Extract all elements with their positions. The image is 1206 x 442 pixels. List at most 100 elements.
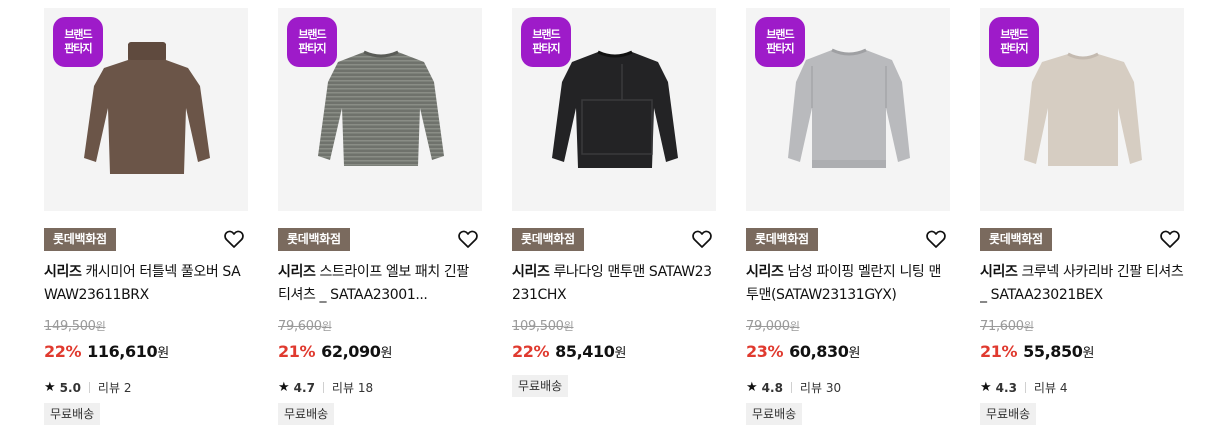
rating-score: 4.3 (995, 380, 1017, 395)
rating-score: 5.0 (59, 380, 81, 395)
sale-price-value: 85,410 (555, 342, 615, 361)
product-image[interactable]: 브랜드 판타지 (512, 8, 716, 211)
free-shipping-tag: 무료배송 (278, 403, 335, 425)
badge-line2: 판타지 (766, 42, 794, 55)
badge-line1: 브랜드 (766, 28, 794, 41)
product-card[interactable]: 브랜드 판타지 롯데백화점 시리즈 루나다잉 맨투맨 SATAW23231CHX … (512, 8, 716, 438)
brand-name: 시리즈 (278, 264, 316, 280)
heart-icon[interactable] (1158, 227, 1182, 251)
heart-icon[interactable] (456, 227, 480, 251)
badge-line1: 브랜드 (532, 28, 560, 41)
rating-row: ★ 4.7 리뷰 18 (278, 379, 373, 396)
sale-price: 21% 62,090원 (278, 342, 392, 361)
brand-fantasy-badge: 브랜드 판타지 (521, 17, 571, 67)
original-price-value: 79,000 (746, 319, 790, 334)
divider (790, 382, 792, 393)
free-shipping-tag: 무료배송 (746, 403, 803, 425)
brand-fantasy-badge: 브랜드 판타지 (989, 17, 1039, 67)
currency-unit: 원 (614, 346, 627, 361)
divider (88, 382, 90, 393)
product-title[interactable]: 시리즈 캐시미어 터틀넥 풀오버 SAWAW23611BRX (44, 261, 248, 307)
divider (322, 382, 324, 393)
discount-rate: 22% (512, 342, 550, 361)
product-image[interactable]: 브랜드 판타지 (44, 8, 248, 211)
currency-unit: 원 (95, 320, 106, 333)
heart-icon[interactable] (222, 227, 246, 251)
brand-name: 시리즈 (44, 264, 82, 280)
sale-price-value: 60,830 (789, 342, 849, 361)
store-tag: 롯데백화점 (512, 228, 584, 251)
brand-fantasy-badge: 브랜드 판타지 (755, 17, 805, 67)
product-grid: 브랜드 판타지 롯데백화점 시리즈 캐시미어 터틀넥 풀오버 SAWAW23611… (44, 8, 1184, 438)
sale-price-value: 62,090 (321, 342, 381, 361)
heart-icon[interactable] (924, 227, 948, 251)
free-shipping-tag: 무료배송 (44, 403, 101, 425)
badge-line2: 판타지 (298, 42, 326, 55)
product-image[interactable]: 브랜드 판타지 (980, 8, 1184, 211)
brand-name: 시리즈 (512, 264, 550, 280)
original-price: 109,500원 (512, 318, 574, 334)
discount-rate: 23% (746, 342, 784, 361)
currency-unit: 원 (1023, 320, 1034, 333)
currency-unit: 원 (789, 320, 800, 333)
badge-line2: 판타지 (64, 42, 92, 55)
sale-price: 22% 116,610원 (44, 342, 169, 361)
brand-name: 시리즈 (980, 264, 1018, 280)
currency-unit: 원 (157, 346, 169, 361)
rating-score: 4.7 (293, 380, 315, 395)
discount-rate: 21% (278, 342, 316, 361)
product-image[interactable]: 브랜드 판타지 (746, 8, 950, 211)
currency-unit: 원 (380, 346, 393, 361)
original-price: 149,500원 (44, 318, 106, 334)
original-price-value: 109,500 (512, 319, 564, 334)
product-title[interactable]: 시리즈 남성 파이핑 멜란지 니팅 맨투맨(SATAW23131GYX) (746, 261, 950, 307)
sale-price: 21% 55,850원 (980, 342, 1094, 361)
store-tag: 롯데백화점 (44, 228, 116, 251)
product-card[interactable]: 브랜드 판타지 롯데백화점 시리즈 캐시미어 터틀넥 풀오버 SAWAW23611… (44, 8, 248, 438)
brand-fantasy-badge: 브랜드 판타지 (53, 17, 103, 67)
discount-rate: 22% (44, 342, 82, 361)
store-tag: 롯데백화점 (746, 228, 818, 251)
badge-line1: 브랜드 (64, 28, 92, 41)
product-card[interactable]: 브랜드 판타지 롯데백화점 시리즈 크루넥 사카리바 긴팔 티셔츠 _ SATAA… (980, 8, 1184, 438)
badge-line2: 판타지 (1000, 42, 1028, 55)
sale-price-value: 116,610 (87, 342, 158, 361)
sale-price: 23% 60,830원 (746, 342, 860, 361)
badge-line2: 판타지 (532, 42, 560, 55)
currency-unit: 원 (848, 346, 861, 361)
review-count[interactable]: 리뷰 30 (800, 379, 841, 396)
product-title[interactable]: 시리즈 스트라이프 엘보 패치 긴팔 티셔츠 _ SATAA23001... (278, 261, 482, 307)
star-icon: ★ (278, 380, 290, 395)
heart-icon[interactable] (690, 227, 714, 251)
product-title[interactable]: 시리즈 크루넥 사카리바 긴팔 티셔츠 _ SATAA23021BEX (980, 261, 1184, 307)
sale-price: 22% 85,410원 (512, 342, 626, 361)
rating-score: 4.8 (761, 380, 783, 395)
review-count[interactable]: 리뷰 18 (332, 379, 373, 396)
product-title[interactable]: 시리즈 루나다잉 맨투맨 SATAW23231CHX (512, 261, 716, 307)
store-tag: 롯데백화점 (980, 228, 1052, 251)
product-card[interactable]: 브랜드 판타지 롯데백화점 시리즈 남성 파이핑 멜란지 니팅 맨투맨(SATAW… (746, 8, 950, 438)
original-price-value: 149,500 (44, 319, 96, 334)
review-count[interactable]: 리뷰 4 (1034, 379, 1068, 396)
currency-unit: 원 (321, 320, 332, 333)
badge-line1: 브랜드 (298, 28, 326, 41)
badge-line1: 브랜드 (1000, 28, 1028, 41)
brand-fantasy-badge: 브랜드 판타지 (287, 17, 337, 67)
product-image[interactable]: 브랜드 판타지 (278, 8, 482, 211)
free-shipping-tag: 무료배송 (512, 375, 569, 397)
rating-row: ★ 4.8 리뷰 30 (746, 379, 841, 396)
star-icon: ★ (980, 380, 992, 395)
original-price-value: 79,600 (278, 319, 322, 334)
review-count[interactable]: 리뷰 2 (98, 379, 132, 396)
star-icon: ★ (746, 380, 758, 395)
original-price: 79,000원 (746, 318, 800, 334)
store-tag: 롯데백화점 (278, 228, 350, 251)
sale-price-value: 55,850 (1023, 342, 1083, 361)
rating-row: ★ 5.0 리뷰 2 (44, 379, 131, 396)
brand-name: 시리즈 (746, 264, 784, 280)
divider (1024, 382, 1026, 393)
currency-unit: 원 (1082, 346, 1095, 361)
product-card[interactable]: 브랜드 판타지 롯데백화점 시리즈 스트라이프 엘보 패치 긴팔 티셔츠 _ SA… (278, 8, 482, 438)
free-shipping-tag: 무료배송 (980, 403, 1037, 425)
star-icon: ★ (44, 380, 56, 395)
